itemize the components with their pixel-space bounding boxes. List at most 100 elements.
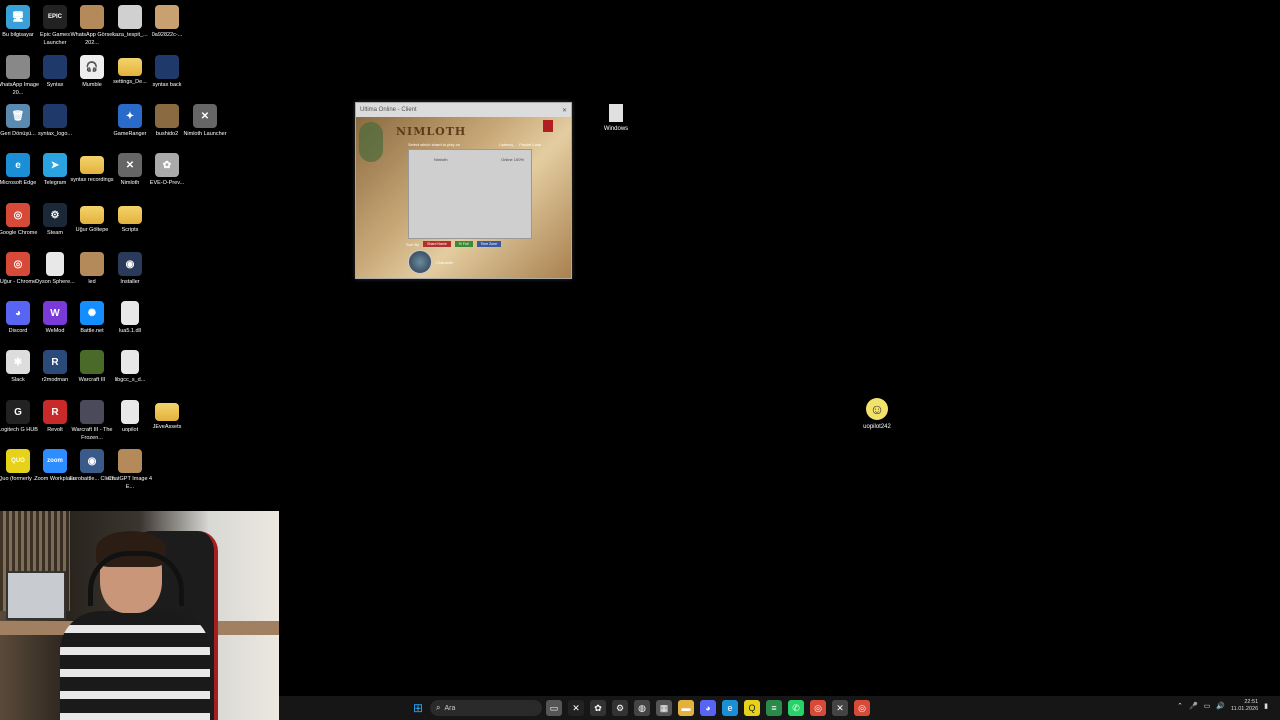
packet-loss-link[interactable]: Packet Loss [519, 142, 541, 147]
desktop-icon-grid: 🖥 Bu bilgisayar EPIC Epic Games Launcher Wha… [0, 0, 230, 515]
webcam-person-body [60, 611, 210, 720]
whatsapp-icon[interactable]: ✆ [788, 700, 804, 716]
game-launcher-window[interactable]: Ultima Online - Client ✕ NIMLOTH Select … [355, 102, 572, 279]
discord-icon[interactable]: ◕ [700, 700, 716, 716]
chrome-profile-icon[interactable]: ◎ [854, 700, 870, 716]
desktop-file-windows[interactable]: Windows [600, 104, 632, 132]
shortcut-icon: ⚙ [43, 203, 67, 227]
shortcut-icon [43, 55, 67, 79]
notification-icon[interactable]: ▮ [1264, 702, 1268, 710]
chevron-up-icon[interactable]: ⌃ [1177, 702, 1183, 710]
desktop-shortcut[interactable]: ✿ EVE-O-Prev... [148, 153, 186, 188]
file-explorer-icon[interactable]: ▬ [678, 700, 694, 716]
avatar[interactable] [408, 250, 432, 274]
shortcut-icon: zoom [43, 449, 67, 473]
desktop-shortcut[interactable]: syntax recordings [70, 153, 114, 185]
shortcut-icon: ✕ [118, 153, 142, 177]
sort-shard-name-button[interactable]: Shard Name [423, 241, 451, 247]
eve-icon[interactable]: ✿ [590, 700, 606, 716]
shortcut-label: 0a92822c-... [151, 32, 183, 38]
shortcut-icon: W [43, 301, 67, 325]
desktop-shortcut[interactable]: 🎧 Mumble [73, 55, 111, 90]
shortcut-icon [121, 350, 139, 374]
desktop-shortcut[interactable]: WhatsApp Image 20... [0, 55, 39, 97]
desktop-shortcut[interactable]: ◉ Eurobattle... Client [69, 449, 115, 484]
shortcut-icon [46, 252, 64, 276]
terminal-icon[interactable]: ▦ [656, 700, 672, 716]
desktop-file-label: Windows [603, 126, 629, 132]
desktop-shortcut[interactable]: JEveAssets [148, 400, 186, 432]
shortcut-icon: R [43, 350, 67, 374]
latency-link[interactable]: Latency [499, 142, 513, 147]
shortcut-label: ChatGPT Image 4 E... [107, 476, 153, 490]
search-input[interactable]: Ara [444, 705, 455, 712]
taskbar-search[interactable]: ⌕ Ara [430, 700, 542, 716]
shortcut-icon [155, 403, 179, 421]
desktop-shortcut[interactable]: libgcc_s_d... [111, 350, 149, 385]
column-links: Latency Packet Loss [499, 142, 541, 147]
window-title: Ultima Online - Client [360, 107, 417, 113]
sort-bar: Sort By Shard Name % Full Time Zone [406, 241, 502, 247]
shortcut-icon: R [43, 400, 67, 424]
shortcut-icon: 🖥 [6, 5, 30, 29]
shortcut-icon: ✕ [193, 104, 217, 128]
settings-icon[interactable]: ◍ [634, 700, 650, 716]
steam-icon[interactable]: ⚙ [612, 700, 628, 716]
desktop-shortcut[interactable]: ◉ Installer [111, 252, 149, 287]
shortcut-label: EVE-O-Prev... [149, 180, 185, 186]
shortcut-label: JEveAssets [152, 424, 182, 430]
sort-full-button[interactable]: % Full [454, 241, 473, 247]
shortcut-icon [155, 104, 179, 128]
task-view-icon[interactable]: ▭ [546, 700, 562, 716]
microphone-icon[interactable]: 🎤 [1189, 702, 1198, 710]
shortcut-icon: ◉ [118, 252, 142, 276]
clock[interactable]: 22:51 11.01.2026 [1231, 699, 1258, 713]
shortcut-icon [80, 400, 104, 424]
shortcut-label: libgcc_s_d... [114, 377, 146, 383]
desktop-shortcut[interactable]: lua5.1.dll [111, 301, 149, 336]
desktop-shortcut[interactable]: syntax_logo... [36, 104, 74, 139]
desktop-shortcut[interactable]: Warcraft III - The Frozen... [72, 400, 112, 442]
volume-icon[interactable]: 🔊 [1216, 702, 1225, 710]
window-titlebar[interactable]: Ultima Online - Client ✕ [356, 103, 571, 117]
desktop-shortcut-uopilot[interactable]: ☺ uopilot242 [862, 398, 892, 430]
shortcut-label: Installer [120, 279, 140, 285]
desktop-shortcut[interactable]: bushido2 [148, 104, 186, 139]
shortcut-icon: ✺ [80, 301, 104, 325]
shortcut-icon: ◉ [80, 449, 104, 473]
shortcut-icon [80, 156, 104, 174]
nimloth-icon[interactable]: ✕ [832, 700, 848, 716]
shortcut-label: Nimloth Launcher [183, 131, 227, 137]
sort-by-label: Sort By [406, 241, 420, 247]
shard-name[interactable]: Nimloth [434, 157, 448, 162]
desktop-shortcut[interactable]: Uğur Göltepe [73, 203, 111, 235]
shortcut-label: lua5.1.dll [118, 328, 142, 334]
desktop-shortcut[interactable]: Warcraft III [73, 350, 111, 385]
edge-icon[interactable]: e [722, 700, 738, 716]
desktop-shortcut[interactable]: ✕ Nimloth Launcher [183, 104, 227, 139]
quo-icon[interactable]: Q [744, 700, 760, 716]
shortcut-label: syntax back [152, 82, 182, 88]
sort-timezone-button[interactable]: Time Zone [476, 241, 502, 247]
sheets-icon[interactable]: ≡ [766, 700, 782, 716]
desktop-shortcut[interactable]: 0a92822c-... [148, 5, 186, 40]
shortcut-icon: G [6, 400, 30, 424]
desktop-shortcut[interactable]: led [73, 252, 111, 287]
shortcut-icon [80, 206, 104, 224]
pinned-app-icon[interactable]: ✕ [568, 700, 584, 716]
shard-list[interactable]: Nimloth Online 100% [408, 149, 532, 239]
desktop-shortcut[interactable]: WhatsApp Görsel 202... [70, 5, 114, 47]
file-icon [609, 104, 623, 122]
shortcut-icon [80, 350, 104, 374]
chrome-icon[interactable]: ◎ [810, 700, 826, 716]
display-icon[interactable]: ▭ [1204, 702, 1211, 710]
taskbar: ⊞ ⌕ Ara ▭ ✕ ✿ ⚙ ◍ ▦ ▬ ◕ e Q ≡ ✆ ◎ ✕ ◎ ⌃ … [279, 696, 1280, 720]
windows-start-icon[interactable]: ⊞ [413, 702, 425, 714]
desktop-shortcut[interactable]: syntax back [148, 55, 186, 90]
shortcut-label: uopilot242 [863, 424, 891, 430]
shortcut-icon: ✦ [118, 104, 142, 128]
desktop-shortcut[interactable]: ChatGPT Image 4 E... [108, 449, 152, 491]
desktop-shortcut[interactable]: ✺ Battle.net [73, 301, 111, 336]
desktop-shortcut[interactable]: Scripts [111, 203, 149, 235]
close-icon[interactable]: ✕ [562, 107, 567, 114]
